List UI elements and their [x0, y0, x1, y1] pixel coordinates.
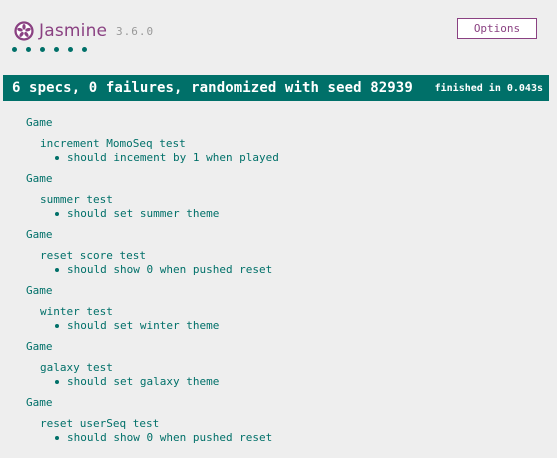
spec-item: should show 0 when pushed reset [55, 263, 272, 276]
spec-link[interactable]: should show 0 when pushed reset [67, 431, 272, 444]
spec-link[interactable]: should set galaxy theme [67, 375, 219, 388]
jasmine-flower-icon [14, 21, 34, 41]
spec-link[interactable]: should set winter theme [67, 319, 219, 332]
summary-text: 6 specs, 0 failures, randomized with see… [12, 80, 413, 96]
bullet-icon [55, 211, 59, 216]
test-group-link[interactable]: increment MomoSeq test [40, 137, 186, 150]
passed-spec-dot[interactable] [68, 47, 73, 52]
spec-status-dots [12, 47, 96, 52]
test-group-link[interactable]: winter test [40, 305, 113, 318]
test-group-link[interactable]: summer test [40, 193, 113, 206]
suite-block: Game reset score test should show 0 when… [0, 224, 557, 280]
spec-link[interactable]: should set summer theme [67, 207, 219, 220]
test-group-link[interactable]: reset userSeq test [40, 417, 159, 430]
summary-bar: 6 specs, 0 failures, randomized with see… [3, 75, 549, 101]
suite-link[interactable]: Game [26, 396, 53, 409]
jasmine-banner: Jasmine 3.6.0 Options [0, 0, 557, 72]
bullet-icon [55, 267, 59, 272]
suite-block: Game reset userSeq test should show 0 wh… [0, 392, 557, 448]
suite-link[interactable]: Game [26, 116, 53, 129]
suite-link[interactable]: Game [26, 172, 53, 185]
passed-spec-dot[interactable] [40, 47, 45, 52]
passed-spec-dot[interactable] [12, 47, 17, 52]
passed-spec-dot[interactable] [26, 47, 31, 52]
suite-link[interactable]: Game [26, 340, 53, 353]
suite-block: Game galaxy test should set galaxy theme [0, 336, 557, 392]
bullet-icon [55, 323, 59, 328]
spec-link[interactable]: should incement by 1 when played [67, 151, 279, 164]
bullet-icon [55, 435, 59, 440]
suite-block: Game winter test should set winter theme [0, 280, 557, 336]
suite-block: Game increment MomoSeq test should incem… [0, 112, 557, 168]
passed-spec-dot[interactable] [54, 47, 59, 52]
bullet-icon [55, 155, 59, 160]
options-button[interactable]: Options [457, 18, 537, 39]
suite-block: Game summer test should set summer theme [0, 168, 557, 224]
jasmine-logo: Jasmine [13, 19, 107, 43]
spec-item: should set galaxy theme [55, 375, 219, 388]
duration-label: finished in 0.043s [434, 82, 543, 94]
version-label: 3.6.0 [116, 25, 155, 38]
suite-link[interactable]: Game [26, 284, 53, 297]
spec-item: should set winter theme [55, 319, 219, 332]
results-list: Game increment MomoSeq test should incem… [0, 112, 557, 448]
spec-link[interactable]: should show 0 when pushed reset [67, 263, 272, 276]
suite-link[interactable]: Game [26, 228, 53, 241]
spec-item: should set summer theme [55, 207, 219, 220]
bullet-icon [55, 379, 59, 384]
passed-spec-dot[interactable] [82, 47, 87, 52]
spec-item: should incement by 1 when played [55, 151, 279, 164]
test-group-link[interactable]: reset score test [40, 249, 146, 262]
logo-text: Jasmine [39, 21, 108, 41]
test-group-link[interactable]: galaxy test [40, 361, 113, 374]
spec-item: should show 0 when pushed reset [55, 431, 272, 444]
